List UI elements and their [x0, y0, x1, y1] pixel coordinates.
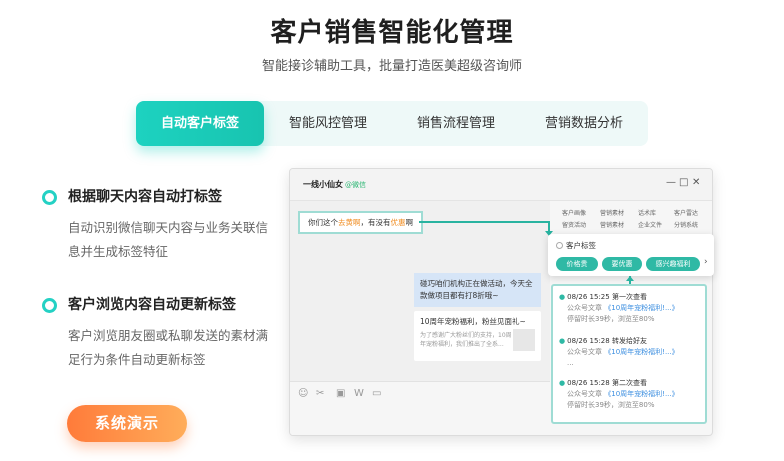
- chevron-right-icon[interactable]: ›: [704, 257, 708, 267]
- tag-panel-label: 客户标签: [556, 240, 596, 251]
- card-desc: 为了感谢广大粉丝们的支持，10周年宠粉福利，我们推出了全系...: [420, 332, 512, 348]
- window-title: 一线小仙女 @微信: [303, 180, 366, 189]
- bullet-circle-icon: [42, 298, 57, 313]
- side-item-enterprise-files[interactable]: 企业文件: [638, 220, 662, 229]
- card-thumbnail: [513, 329, 535, 351]
- card-title: 10周年宠粉福利，粉丝见面礼~: [420, 317, 526, 326]
- article-link[interactable]: 《10周年宠粉福利!...》: [604, 390, 678, 398]
- side-item-marketing-material[interactable]: 营销素材: [600, 208, 624, 217]
- customer-message: 你们这个去黄啊，有没有优惠啊: [298, 211, 423, 234]
- word-icon[interactable]: W: [354, 388, 364, 399]
- message-composer[interactable]: ☺ ✂ ▣ W ▭: [290, 381, 550, 435]
- maximize-icon[interactable]: □: [679, 177, 688, 188]
- side-item-marketing-material-2[interactable]: 营销素材: [600, 220, 624, 229]
- behavior-timeline: ● 08/26 15:25 第一次查看 公众号文章 《10周年宠粉福利!...》 …: [551, 284, 707, 424]
- customer-tag-panel: 客户标签 价格贵 要优惠 感兴趣福利 ›: [548, 234, 714, 276]
- chat-area: 你们这个去黄啊，有没有优惠啊 碰巧咱们机构正在做活动，今天全款做项目都有打8折哦…: [290, 201, 550, 381]
- emoji-icon[interactable]: ☺: [298, 388, 308, 399]
- timeline-entry: ● 08/26 15:28 转发给好友 公众号文章 《10周年宠粉福利!...》 …: [559, 337, 679, 367]
- feature-title: 根据聊天内容自动打标签: [68, 189, 222, 205]
- tag-chip-discount[interactable]: 要优惠: [602, 257, 642, 271]
- wechat-tag: @微信: [345, 181, 366, 189]
- tag-chip-benefit[interactable]: 感兴趣福利: [646, 257, 700, 271]
- article-link[interactable]: 《10周年宠粉福利!...》: [604, 304, 678, 312]
- tab-sales-process[interactable]: 销售流程管理: [392, 101, 520, 146]
- side-item-customer-radar[interactable]: 客户雷达: [674, 208, 698, 217]
- side-item-lead-activity[interactable]: 留资活动: [562, 220, 586, 229]
- tag-chip-expensive[interactable]: 价格贵: [556, 257, 598, 271]
- window-header: 一线小仙女 @微信 — □ ✕: [290, 169, 712, 201]
- side-item-customer-profile[interactable]: 客户画像: [562, 208, 586, 217]
- feature-desc: 自动识别微信聊天内容与业务关联信息并生成标签特征: [68, 220, 269, 259]
- feature-tabs: 自动客户标签 智能风控管理 销售流程管理 营销数据分析: [136, 101, 648, 146]
- folder-icon[interactable]: ▭: [372, 388, 381, 399]
- page-subtitle: 智能接诊辅助工具，批量打造医美超级咨询师: [261, 59, 522, 74]
- timeline-entry: ● 08/26 15:25 第一次查看 公众号文章 《10周年宠粉福利!...》 …: [559, 293, 679, 323]
- article-card[interactable]: 10周年宠粉福利，粉丝见面礼~ 为了感谢广大粉丝们的支持，10周年宠粉福利，我们…: [414, 311, 541, 361]
- timeline-entry: ● 08/26 15:28 第二次查看 公众号文章 《10周年宠粉福利!...》 …: [559, 379, 679, 409]
- connector-line: [419, 221, 550, 223]
- user-icon: [556, 242, 563, 249]
- tab-auto-customer-tag[interactable]: 自动客户标签: [136, 101, 264, 146]
- side-item-distribution-system[interactable]: 分销系统: [674, 220, 698, 229]
- arrow-up-icon: [626, 276, 634, 281]
- timeline-dot-icon: ●: [559, 293, 566, 301]
- page-title: 客户销售智能化管理: [270, 18, 514, 48]
- tab-risk-control[interactable]: 智能风控管理: [264, 101, 392, 146]
- side-item-script-library[interactable]: 话术库: [638, 208, 656, 217]
- tab-marketing-analysis[interactable]: 营销数据分析: [520, 101, 648, 146]
- system-demo-button[interactable]: 系统演示: [67, 405, 187, 442]
- article-link[interactable]: 《10周年宠粉福利!...》: [604, 348, 678, 356]
- bullet-circle-icon: [42, 190, 57, 205]
- scissors-icon[interactable]: ✂: [316, 388, 324, 399]
- minimize-icon[interactable]: —: [666, 177, 676, 188]
- timeline-dot-icon: ●: [559, 379, 566, 387]
- close-icon[interactable]: ✕: [692, 177, 700, 188]
- consultant-message: 碰巧咱们机构正在做活动，今天全款做项目都有打8折哦~: [414, 273, 541, 307]
- timeline-dot-icon: ●: [559, 337, 566, 345]
- feature-desc: 客户浏览朋友圈或私聊发送的素材满足行为条件自动更新标签: [68, 328, 269, 367]
- feature-title: 客户浏览内容自动更新标签: [68, 297, 236, 313]
- image-icon[interactable]: ▣: [336, 388, 345, 399]
